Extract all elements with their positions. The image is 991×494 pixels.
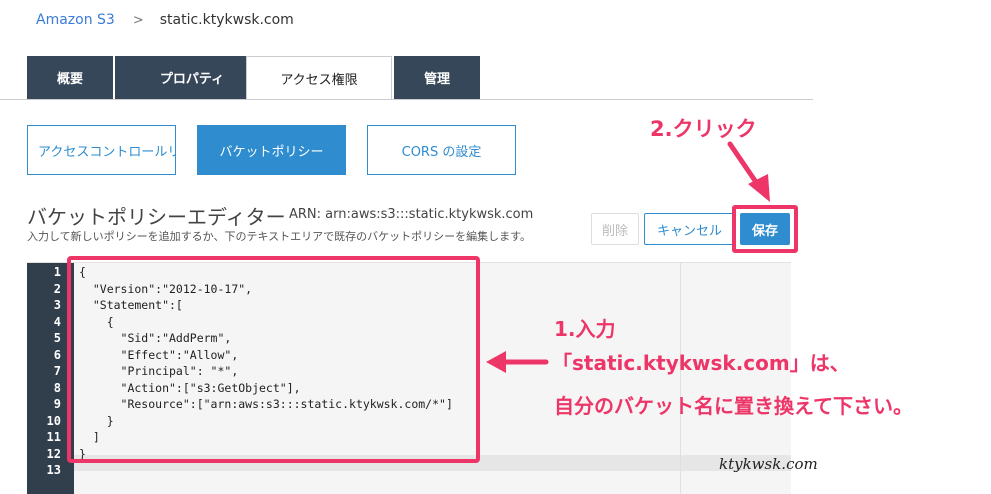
print-margin (680, 263, 681, 494)
breadcrumb-amazon-s3-link[interactable]: Amazon S3 (36, 12, 115, 28)
line-number: 11 (46, 430, 61, 444)
line-number: 12 (46, 446, 61, 461)
annotation-note-line2: 自分のバケット名に置き換えて下さい。 (554, 394, 913, 418)
bucket-policy-button[interactable]: バケットポリシー (197, 125, 346, 175)
cors-configuration-button[interactable]: CORS の設定 (367, 125, 516, 175)
line-number: 5 (53, 331, 61, 345)
breadcrumb-current-bucket: static.ktykwsk.com (159, 12, 294, 28)
line-number: 2 (53, 281, 61, 296)
tab-overview[interactable]: 概要 (27, 56, 113, 99)
line-number: 13 (46, 463, 61, 477)
line-number: 3 (53, 298, 61, 312)
line-number: 9 (53, 397, 61, 411)
line-number: 8 (53, 380, 61, 395)
save-button-highlight (732, 205, 798, 253)
line-number: 6 (53, 347, 61, 362)
editor-description: 入力して新しいポリシーを追加するか、下のテキストエリアで既存のバケットポリシーを… (27, 230, 532, 243)
chevron-right-icon: > (132, 12, 144, 28)
line-number: 4 (53, 314, 61, 329)
arrow-down-right-icon (727, 141, 770, 202)
delete-button[interactable]: 削除 (591, 213, 639, 245)
arrow-left-icon (486, 351, 549, 373)
access-control-list-button[interactable]: アクセスコントロールリスト (27, 125, 176, 175)
breadcrumb: Amazon S3 > static.ktykwsk.com (36, 10, 294, 30)
editor-title: バケットポリシーエディター (27, 205, 286, 229)
tab-permissions[interactable]: アクセス権限 (246, 56, 392, 100)
code-input-highlight (67, 256, 480, 463)
line-number: 7 (53, 364, 61, 378)
tab-management[interactable]: 管理 (394, 56, 480, 99)
annotation-input: 1.入力 (554, 317, 616, 341)
editor-arn: ARN: arn:aws:s3:::static.ktykwsk.com (289, 207, 534, 222)
line-number: 1 (53, 265, 61, 279)
cancel-button[interactable]: キャンセル (644, 213, 735, 245)
watermark: ktykwsk.com (719, 455, 818, 473)
annotation-note-line1: 「static.ktykwsk.com」は、 (552, 351, 850, 375)
tab-divider (0, 99, 813, 100)
line-number: 10 (46, 413, 61, 428)
